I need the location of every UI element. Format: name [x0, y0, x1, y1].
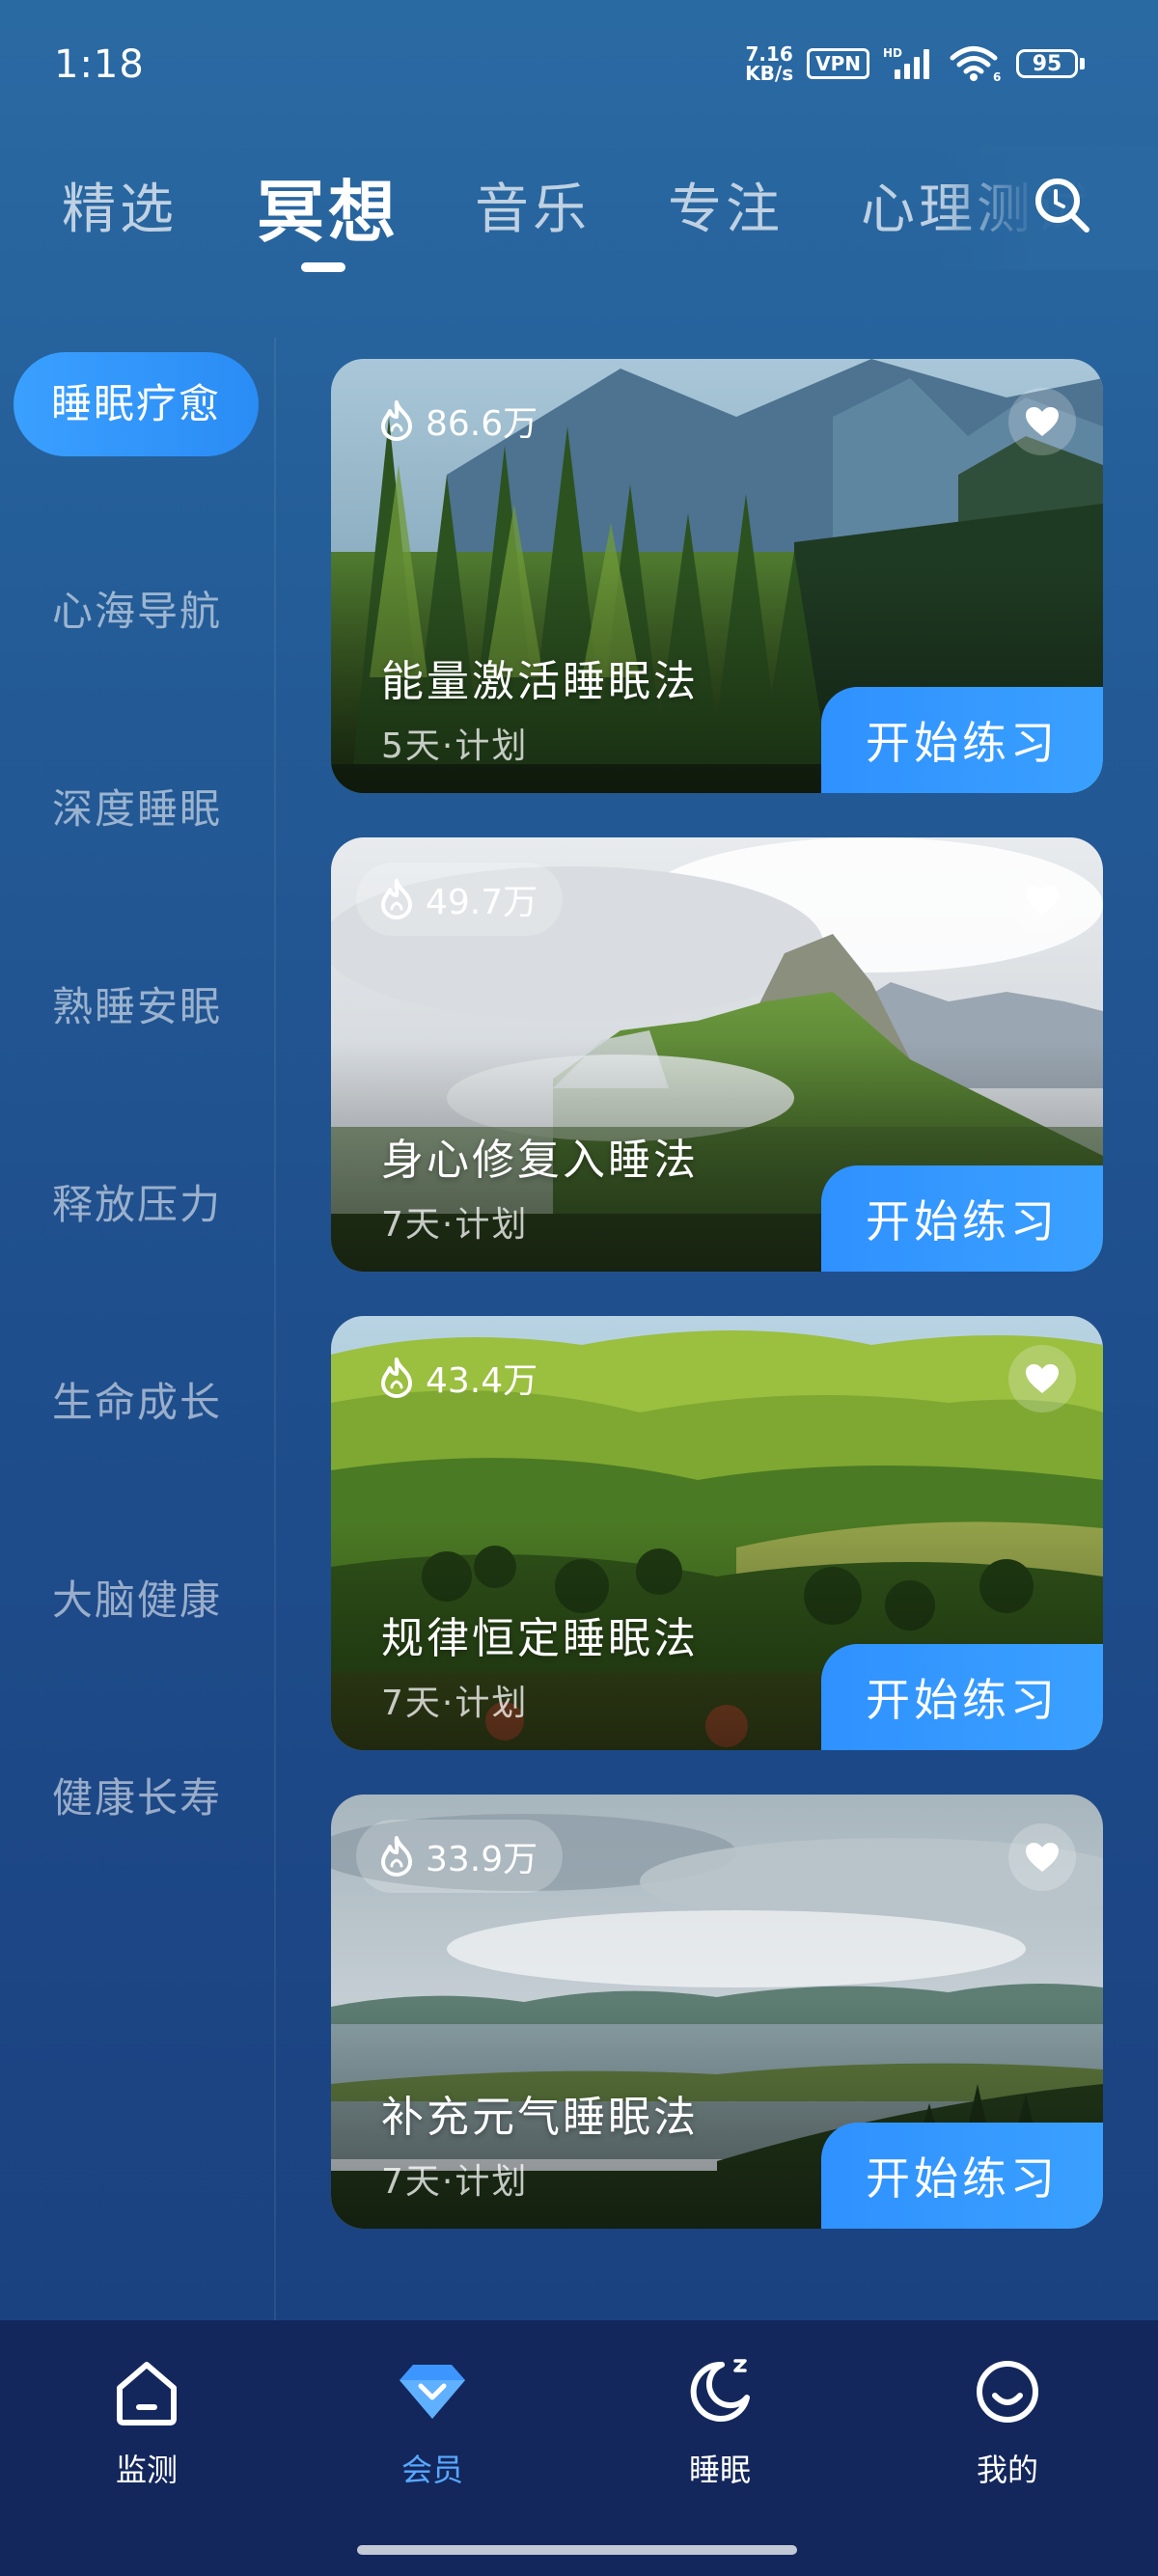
start-practice-button[interactable]: 开始练习 — [821, 1644, 1103, 1750]
sidebar-item-life-growth[interactable]: 生命成长 — [0, 1370, 274, 1429]
sidebar-item-sound-sleep[interactable]: 熟睡安眠 — [0, 974, 274, 1033]
nav-label: 监测 — [115, 2452, 178, 2488]
nav-item-sleep[interactable]: 睡眠 — [623, 2355, 816, 2509]
active-tab-indicator — [301, 262, 345, 272]
hd-label: HD — [883, 46, 902, 60]
start-practice-button[interactable]: 开始练习 — [821, 2123, 1103, 2229]
sidebar-item-sleep-healing[interactable]: 睡眠疗愈 — [14, 352, 259, 456]
play-count: 49.7万 — [356, 863, 564, 936]
play-count-value: 49.7万 — [426, 883, 538, 922]
tab-meditation[interactable]: 冥想 — [257, 158, 400, 256]
status-icons: 7.16 KB/s VPN HD 6 95 — [745, 44, 1085, 83]
sidebar-item-deep-sleep[interactable]: 深度睡眠 — [0, 777, 274, 836]
heart-icon — [1026, 407, 1059, 436]
flame-icon — [381, 879, 412, 919]
heart-icon — [1026, 1364, 1059, 1393]
play-count: 43.4万 — [356, 1341, 563, 1414]
nav-item-monitor[interactable]: 监测 — [50, 2355, 243, 2509]
favorite-button[interactable] — [1008, 866, 1076, 934]
diamond-icon — [400, 2365, 465, 2419]
wifi-sub-label: 6 — [993, 70, 1001, 82]
card-title: 能量激活睡眠法 — [381, 657, 699, 706]
moon-icon — [690, 2359, 750, 2422]
nav-label: 我的 — [976, 2452, 1038, 2488]
sidebar-item-longevity[interactable]: 健康长寿 — [0, 1766, 274, 1824]
sidebar-item-brain-health[interactable]: 大脑健康 — [0, 1568, 274, 1627]
card-subtitle: 7天·计划 — [381, 1205, 529, 1245]
nav-label: 睡眠 — [688, 2452, 751, 2488]
card-subtitle: 5天·计划 — [381, 726, 529, 766]
card-title: 规律恒定睡眠法 — [381, 1614, 699, 1663]
wifi-icon: 6 — [949, 45, 1003, 82]
search-button[interactable] — [1031, 174, 1092, 235]
tab-selected[interactable]: 精选 — [62, 166, 178, 244]
home-indicator[interactable] — [357, 2545, 797, 2555]
network-speed: 7.16 KB/s — [745, 44, 793, 83]
start-practice-button[interactable]: 开始练习 — [821, 687, 1103, 793]
sidebar-item-mind-navigation[interactable]: 心海导航 — [0, 579, 274, 638]
card-subtitle: 7天·计划 — [381, 2162, 529, 2202]
play-count-value: 43.4万 — [426, 1361, 538, 1401]
nav-item-membership[interactable]: 会员 — [336, 2355, 529, 2509]
signal-icon: HD — [883, 46, 935, 81]
play-count-value: 33.9万 — [426, 1840, 538, 1879]
course-card[interactable]: 86.6万 能量激活睡眠法 5天·计划 开始练习 — [331, 359, 1103, 793]
top-tabs: 精选 冥想 音乐 专注 心理测试 — [0, 145, 1158, 280]
play-count: 86.6万 — [356, 384, 563, 457]
course-card[interactable]: 49.7万 身心修复入睡法 7天·计划 开始练习 — [331, 837, 1103, 1272]
network-speed-unit: KB/s — [745, 62, 794, 85]
battery-indicator: 95 — [1016, 49, 1085, 78]
network-speed-value: 7.16 — [745, 42, 793, 66]
search-icon — [1035, 178, 1089, 233]
tab-music[interactable]: 音乐 — [475, 166, 591, 244]
play-count-value: 86.6万 — [426, 404, 538, 444]
home-icon — [117, 2362, 177, 2425]
favorite-button[interactable] — [1008, 388, 1076, 455]
start-practice-button[interactable]: 开始练习 — [821, 1165, 1103, 1272]
vpn-badge: VPN — [807, 48, 869, 79]
sidebar-item-stress-release[interactable]: 释放压力 — [0, 1172, 274, 1231]
course-card[interactable]: 43.4万 规律恒定睡眠法 7天·计划 开始练习 — [331, 1316, 1103, 1750]
battery-level: 95 — [1016, 49, 1078, 78]
nav-item-profile[interactable]: 我的 — [911, 2355, 1104, 2509]
play-count: 33.9万 — [356, 1820, 564, 1893]
card-title: 身心修复入睡法 — [381, 1136, 699, 1185]
status-time: 1:18 — [54, 42, 145, 87]
status-bar: 1:18 7.16 KB/s VPN HD 6 95 — [0, 0, 1158, 135]
flame-icon — [381, 400, 412, 441]
course-card[interactable]: 33.9万 补充元气睡眠法 7天·计划 开始练习 — [331, 1795, 1103, 2229]
flame-icon — [381, 1357, 412, 1398]
card-subtitle: 7天·计划 — [381, 1684, 529, 1723]
category-sidebar: 睡眠疗愈 心海导航 深度睡眠 熟睡安眠 释放压力 生命成长 大脑健康 健康长寿 — [0, 338, 276, 2320]
app-screen: 1:18 7.16 KB/s VPN HD 6 95 精选 冥想 音乐 专注 睡… — [0, 0, 1158, 2576]
favorite-button[interactable] — [1008, 1823, 1076, 1891]
favorite-button[interactable] — [1008, 1345, 1076, 1412]
flame-icon — [381, 1836, 412, 1877]
card-title: 补充元气睡眠法 — [381, 2093, 699, 2142]
nav-label: 会员 — [400, 2452, 463, 2488]
heart-icon — [1026, 1843, 1059, 1872]
bottom-navigation: 监测 会员 睡眠 我的 — [0, 2320, 1158, 2576]
smile-icon — [977, 2361, 1038, 2423]
tab-focus[interactable]: 专注 — [668, 166, 784, 244]
battery-tip — [1080, 58, 1085, 69]
heart-icon — [1026, 886, 1059, 915]
